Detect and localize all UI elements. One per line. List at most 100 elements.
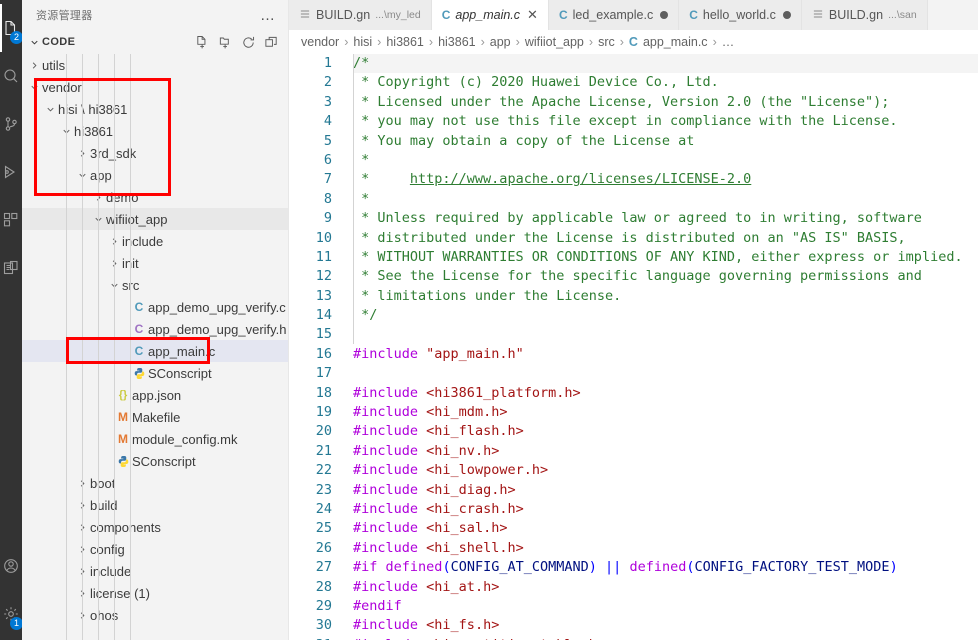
tree-item-utils[interactable]: utils xyxy=(22,54,288,76)
settings-gear-icon[interactable]: 1 xyxy=(0,590,23,638)
code-line[interactable]: #include <hi_crash.h> xyxy=(353,500,978,519)
tree-item-build[interactable]: build xyxy=(22,494,288,516)
tree-item-label: init xyxy=(122,255,139,271)
code-line[interactable]: #include "app_main.h" xyxy=(353,345,978,364)
code-line[interactable] xyxy=(353,364,978,383)
code-line[interactable]: * distributed under the License is distr… xyxy=(353,229,978,248)
tree-item-app-demo-upg-verify-h[interactable]: Capp_demo_upg_verify.h xyxy=(22,318,288,340)
code-line[interactable]: * WITHOUT WARRANTIES OR CONDITIONS OF AN… xyxy=(353,248,978,267)
source-control-icon[interactable] xyxy=(0,100,22,148)
breadcrumb[interactable]: vendor › hisi › hi3861 › hi3861 › app › wifiiot_ap… xyxy=(289,30,978,54)
code-line[interactable]: #include <hi_nv.h> xyxy=(353,442,978,461)
tree-item-wifiiot-app[interactable]: wifiiot_app xyxy=(22,208,288,230)
tree-item-config[interactable]: config xyxy=(22,538,288,560)
code-line[interactable]: #include <hi3861_platform.h> xyxy=(353,384,978,403)
code-token: * Licensed under the Apache License, Ver… xyxy=(353,93,890,110)
tree-item-sconscript[interactable]: SConscript xyxy=(22,362,288,384)
code-line[interactable]: * limitations under the License. xyxy=(353,287,978,306)
tab-label: led_example.c xyxy=(572,8,654,22)
code-line[interactable]: * Licensed under the Apache License, Ver… xyxy=(353,93,978,112)
tree-item-init[interactable]: init xyxy=(22,252,288,274)
explorer-icon[interactable]: 2 xyxy=(0,4,23,52)
code-line[interactable]: * xyxy=(353,190,978,209)
breadcrumb-file[interactable]: app_main.c xyxy=(643,35,708,49)
code-line[interactable]: #include <hi_fs.h> xyxy=(353,616,978,635)
breadcrumb-item[interactable]: hisi xyxy=(353,35,372,49)
breadcrumb-item[interactable]: vendor xyxy=(301,35,339,49)
breadcrumb-item[interactable]: app xyxy=(490,35,511,49)
breadcrumb-item[interactable]: wifiiot_app xyxy=(525,35,584,49)
tree-item-app-json[interactable]: {} app.json xyxy=(22,384,288,406)
code-line[interactable]: #include <hi_flash.h> xyxy=(353,422,978,441)
tree-item-boot[interactable]: boot xyxy=(22,472,288,494)
code-line[interactable] xyxy=(353,325,978,344)
tree-item-components[interactable]: components xyxy=(22,516,288,538)
code-line[interactable]: * Unless required by applicable law or a… xyxy=(353,209,978,228)
new-file-icon[interactable] xyxy=(191,31,213,53)
code-line[interactable]: * You may obtain a copy of the License a… xyxy=(353,132,978,151)
tree-item-include[interactable]: include xyxy=(22,560,288,582)
file-tree[interactable]: utils vendor hisi \ hi3861 hi3861 3rd_sdk app… xyxy=(22,54,288,640)
remote-explorer-icon[interactable] xyxy=(0,244,22,292)
accounts-icon[interactable] xyxy=(0,542,22,590)
code-line[interactable]: #include <hi_mdm.h> xyxy=(353,403,978,422)
collapse-all-icon[interactable] xyxy=(260,31,282,53)
editor-tab-build-gn[interactable]: BUILD.gn ...\san xyxy=(801,0,928,30)
editor-tab-led-example-c[interactable]: Cled_example.c xyxy=(548,0,680,30)
code-line[interactable]: #include <hi_at.h> xyxy=(353,578,978,597)
extensions-icon[interactable] xyxy=(0,196,22,244)
tree-item-label: include xyxy=(122,233,164,249)
code-line[interactable]: #if defined(CONFIG_AT_COMMAND) || define… xyxy=(353,558,978,577)
code-line[interactable]: #include <hi_shell.h> xyxy=(353,539,978,558)
tree-item-license-1-[interactable]: license (1) xyxy=(22,582,288,604)
tree-item-demo[interactable]: demo xyxy=(22,186,288,208)
breadcrumb-item[interactable]: hi3861 xyxy=(438,35,476,49)
code-content[interactable]: /* * Copyright (c) 2020 Huawei Device Co… xyxy=(341,54,978,640)
editor-tab-build-gn[interactable]: BUILD.gn ...\my_led xyxy=(289,0,432,30)
section-header-code[interactable]: CODE xyxy=(22,30,288,54)
editor-tab-hello-world-c[interactable]: Chello_world.c xyxy=(679,0,802,30)
code-line[interactable]: * xyxy=(353,151,978,170)
code-line[interactable]: #include <hi_diag.h> xyxy=(353,481,978,500)
tree-item-ohos[interactable]: ohos xyxy=(22,604,288,626)
run-and-debug-icon[interactable] xyxy=(0,148,22,196)
tree-item-vendor[interactable]: vendor xyxy=(22,76,288,98)
tree-item-makefile[interactable]: M Makefile xyxy=(22,406,288,428)
code-line[interactable]: #include <hi_sal.h> xyxy=(353,519,978,538)
code-line[interactable]: * See the License for the specific langu… xyxy=(353,267,978,286)
code-line[interactable]: #endif xyxy=(353,597,978,616)
code-line[interactable]: #include <hi_partition_table.h> xyxy=(353,636,978,640)
code-line[interactable]: * you may not use this file except in co… xyxy=(353,112,978,131)
tree-item-src[interactable]: src xyxy=(22,274,288,296)
breadcrumb-item[interactable]: src xyxy=(598,35,615,49)
code-line[interactable]: */ xyxy=(353,306,978,325)
unsaved-indicator-icon[interactable] xyxy=(782,11,791,19)
unsaved-indicator-icon[interactable] xyxy=(660,11,669,19)
tree-item-app-main-c[interactable]: Capp_main.c xyxy=(22,340,288,362)
breadcrumb-symbol-tail[interactable]: … xyxy=(722,35,735,49)
sidebar-more-actions-icon[interactable]: … xyxy=(254,7,282,24)
search-icon[interactable] xyxy=(0,52,22,100)
code-editor[interactable]: 1 2 3 4 5 6 7 8 9 10 11 12 13 14 15 16 17 18 19 20 21 22 23 24 2… xyxy=(289,54,978,640)
refresh-icon[interactable] xyxy=(237,31,259,53)
tree-item-module-config-mk[interactable]: Mmodule_config.mk xyxy=(22,428,288,450)
code-link[interactable]: http://www.apache.org/licenses/LICENSE-2… xyxy=(410,171,751,187)
editor-tab-app-main-c[interactable]: Capp_main.c ✕ xyxy=(431,0,549,30)
tree-item-3rd-sdk[interactable]: 3rd_sdk xyxy=(22,142,288,164)
breadcrumb-item[interactable]: hi3861 xyxy=(386,35,424,49)
editor-tab-bar[interactable]: BUILD.gn ...\my_led Capp_main.c ✕ Cled_examp… xyxy=(289,0,978,30)
code-line[interactable]: #include <hi_lowpower.h> xyxy=(353,461,978,480)
tree-item-hisi-hi3861[interactable]: hisi \ hi3861 xyxy=(22,98,288,120)
new-folder-icon[interactable] xyxy=(214,31,236,53)
tree-item-hi3861[interactable]: hi3861 xyxy=(22,120,288,142)
tree-item-include[interactable]: include xyxy=(22,230,288,252)
code-line[interactable]: * http://www.apache.org/licenses/LICENSE… xyxy=(353,170,978,189)
code-line[interactable]: /* xyxy=(353,54,978,74)
tree-item-app[interactable]: app xyxy=(22,164,288,186)
tree-item-label: hisi \ hi3861 xyxy=(58,101,128,117)
tree-item-app-demo-upg-verify-c[interactable]: Capp_demo_upg_verify.c xyxy=(22,296,288,318)
tree-item-sconscript[interactable]: SConscript xyxy=(22,450,288,472)
code-line[interactable]: * Copyright (c) 2020 Huawei Device Co., … xyxy=(353,73,978,92)
close-icon[interactable]: ✕ xyxy=(525,7,538,23)
